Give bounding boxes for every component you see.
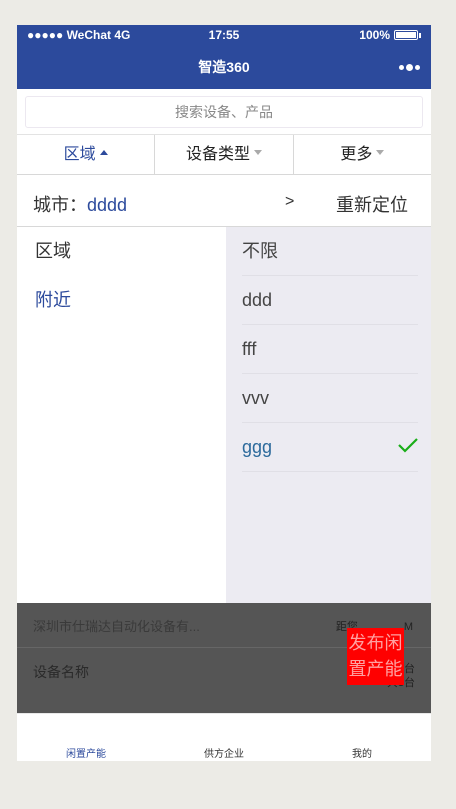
city-label: 城市：: [33, 195, 87, 215]
phone-screen: ●●●●● WeChat 4G 17:55 100% 智造360 搜索设备、产品…: [17, 25, 431, 761]
option-item[interactable]: ddd: [242, 276, 418, 325]
publish-button[interactable]: 发布闲置产能: [347, 628, 404, 685]
tab-mine[interactable]: 我的: [293, 714, 431, 761]
caret-down-icon: [254, 150, 262, 156]
caret-up-icon: [99, 150, 108, 156]
company-name: 深圳市仕瑞达自动化设备有...: [33, 619, 200, 634]
battery-percent: 100%: [359, 28, 390, 42]
region-options-list: 不限 ddd fff vvv ggg: [226, 227, 431, 603]
device-name: 设备名称: [33, 664, 89, 680]
option-item-selected[interactable]: ggg: [242, 423, 418, 472]
checkmark-icon: [398, 438, 418, 453]
city-value: dddd: [87, 195, 128, 215]
option-item[interactable]: 不限: [242, 227, 418, 276]
relocate-button[interactable]: 重新定位: [336, 191, 408, 217]
search-bar: 搜索设备、产品: [17, 89, 431, 135]
navbar: 智造360: [17, 45, 431, 89]
option-item[interactable]: fff: [242, 325, 418, 374]
filter-more[interactable]: 更多: [294, 135, 431, 174]
city-arrow: >: [285, 193, 295, 210]
battery-icon: [394, 30, 418, 40]
tab-idle-capacity[interactable]: 闲置产能: [17, 714, 155, 761]
caret-down-icon: [376, 150, 385, 156]
tab-suppliers[interactable]: 供方企业: [155, 714, 293, 761]
tab-bar: 闲置产能 供方企业 我的: [17, 713, 431, 761]
filter-device-type[interactable]: 设备类型: [155, 135, 294, 174]
option-item[interactable]: vvv: [242, 374, 418, 423]
category-item-nearby[interactable]: 附近: [17, 276, 226, 325]
category-item-region[interactable]: 区域: [17, 227, 226, 276]
page-title: 智造360: [198, 59, 250, 75]
region-category-list: 区域 附近: [17, 227, 226, 603]
city-row: 城市：dddd > 重新定位: [17, 175, 431, 227]
search-input[interactable]: 搜索设备、产品: [25, 96, 423, 128]
filter-region[interactable]: 区域: [17, 135, 156, 174]
more-options-icon[interactable]: [397, 57, 421, 77]
status-bar: ●●●●● WeChat 4G 17:55 100%: [17, 25, 431, 45]
battery-status: 100%: [359, 28, 421, 42]
filter-tabs: 区域 设备类型 更多: [17, 135, 431, 175]
